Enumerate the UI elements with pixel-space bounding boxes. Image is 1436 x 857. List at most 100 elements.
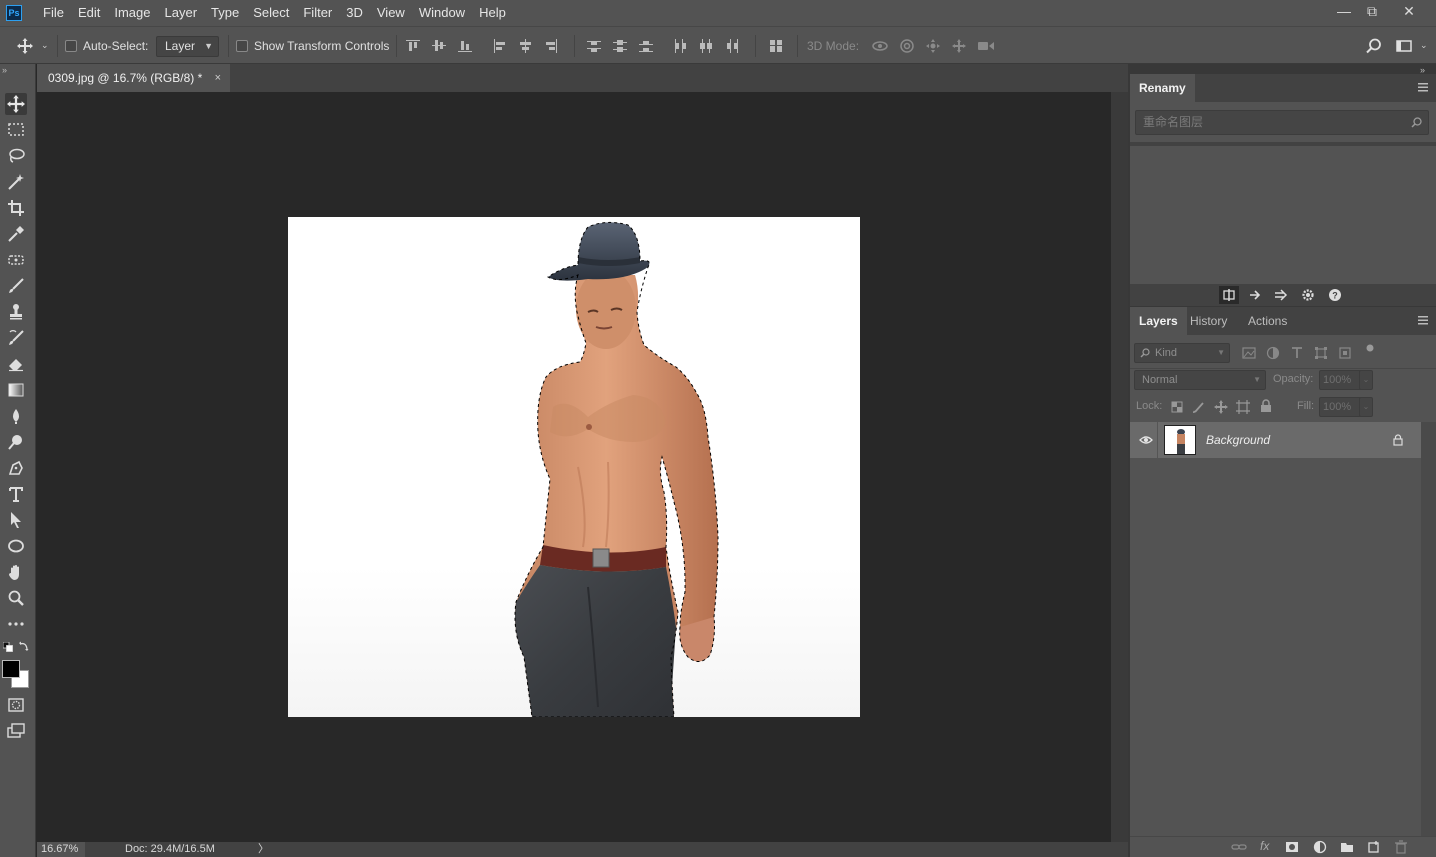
- lock-transparent-pixels-icon[interactable]: [1170, 400, 1184, 414]
- align-horizontal-center-icon[interactable]: [518, 38, 534, 54]
- menu-filter[interactable]: Filter: [296, 0, 339, 26]
- 3d-orbit-icon[interactable]: [871, 38, 888, 54]
- restore-button[interactable]: ⧉: [1358, 0, 1386, 22]
- eye-icon[interactable]: [1139, 435, 1153, 445]
- auto-align-layers-icon[interactable]: [768, 38, 784, 54]
- 3d-roll-icon[interactable]: [899, 38, 915, 54]
- menu-3d[interactable]: 3D: [339, 0, 370, 26]
- document-image[interactable]: [288, 217, 860, 717]
- rectangular-marquee-tool-icon[interactable]: [5, 119, 27, 141]
- ellipse-tool-icon[interactable]: [5, 535, 27, 557]
- collapse-toolbar-icon[interactable]: »: [2, 65, 7, 75]
- align-right-icon[interactable]: [543, 38, 559, 54]
- vertical-scrollbar[interactable]: [1111, 92, 1128, 842]
- tab-history[interactable]: History: [1181, 307, 1236, 335]
- hand-tool-icon[interactable]: [5, 561, 27, 583]
- renamy-rename-icon[interactable]: [1219, 286, 1239, 304]
- 3d-pan-icon[interactable]: [925, 38, 941, 54]
- clone-stamp-tool-icon[interactable]: [5, 301, 27, 323]
- screen-mode-icon[interactable]: [5, 720, 27, 742]
- align-top-icon[interactable]: [405, 38, 421, 54]
- blur-tool-icon[interactable]: [5, 405, 27, 427]
- menu-layer[interactable]: Layer: [158, 0, 205, 26]
- filter-pixel-icon[interactable]: [1242, 346, 1256, 360]
- panel-menu-icon[interactable]: [1418, 82, 1430, 92]
- auto-select-checkbox[interactable]: [65, 40, 77, 52]
- crop-tool-icon[interactable]: [5, 197, 27, 219]
- distribute-left-icon[interactable]: [672, 38, 688, 54]
- fx-icon[interactable]: fx: [1260, 839, 1269, 853]
- align-bottom-icon[interactable]: [457, 38, 473, 54]
- panel-menu-icon[interactable]: [1418, 315, 1430, 325]
- new-layer-icon[interactable]: [1367, 840, 1381, 854]
- menu-image[interactable]: Image: [107, 0, 157, 26]
- distribute-bottom-icon[interactable]: [638, 38, 654, 54]
- lock-position-icon[interactable]: [1214, 400, 1228, 414]
- lasso-tool-icon[interactable]: [5, 145, 27, 167]
- menu-edit[interactable]: Edit: [71, 0, 107, 26]
- tab-actions[interactable]: Actions: [1239, 307, 1296, 335]
- dodge-tool-icon[interactable]: [5, 431, 27, 453]
- pen-tool-icon[interactable]: [5, 457, 27, 479]
- spot-healing-brush-tool-icon[interactable]: [5, 249, 27, 271]
- move-tool-icon[interactable]: [17, 38, 33, 54]
- auto-select-target-dropdown[interactable]: Layer ▼: [156, 36, 219, 57]
- menu-help[interactable]: Help: [472, 0, 513, 26]
- default-colors-icon[interactable]: [3, 642, 13, 652]
- fill-chevron-icon[interactable]: ⌄: [1359, 397, 1373, 417]
- swap-colors-icon[interactable]: [19, 641, 29, 651]
- distribute-top-icon[interactable]: [586, 38, 602, 54]
- distribute-right-icon[interactable]: [724, 38, 740, 54]
- quick-mask-icon[interactable]: [5, 694, 27, 716]
- menu-window[interactable]: Window: [412, 0, 472, 26]
- layer-name[interactable]: Background: [1206, 433, 1270, 447]
- eyedropper-tool-icon[interactable]: [5, 223, 27, 245]
- tool-preset-chevron-icon[interactable]: ⌄: [41, 40, 49, 51]
- 3d-scale-icon[interactable]: [977, 38, 994, 54]
- search-icon[interactable]: [1366, 38, 1382, 54]
- distribute-vertical-center-icon[interactable]: [612, 38, 628, 54]
- menu-type[interactable]: Type: [204, 0, 246, 26]
- tab-renamy[interactable]: Renamy: [1130, 74, 1195, 102]
- eraser-tool-icon[interactable]: [5, 353, 27, 375]
- filter-type-icon[interactable]: [1290, 346, 1304, 360]
- document-tab[interactable]: 0309.jpg @ 16.7% (RGB/8) * ×: [37, 64, 230, 92]
- align-left-icon[interactable]: [492, 38, 508, 54]
- close-button[interactable]: ✕: [1395, 0, 1423, 22]
- help-icon[interactable]: ?: [1328, 288, 1342, 302]
- foreground-color-swatch[interactable]: [2, 660, 20, 678]
- path-selection-tool-icon[interactable]: [5, 509, 27, 531]
- gradient-tool-icon[interactable]: [5, 379, 27, 401]
- layers-scrollbar[interactable]: [1421, 422, 1436, 840]
- status-menu-arrow[interactable]: 〉: [258, 842, 269, 857]
- add-mask-icon[interactable]: [1285, 840, 1299, 854]
- zoom-level[interactable]: 16.67%: [37, 842, 85, 857]
- filter-toggle-icon[interactable]: [1363, 342, 1377, 356]
- menu-file[interactable]: File: [36, 0, 71, 26]
- move-tool-icon[interactable]: [5, 93, 27, 115]
- filter-adjustment-icon[interactable]: [1266, 346, 1280, 360]
- new-adjustment-layer-icon[interactable]: [1313, 840, 1327, 854]
- layer-row[interactable]: Background: [1130, 422, 1421, 458]
- blend-mode-dropdown[interactable]: Normal ▼: [1134, 370, 1266, 390]
- close-document-icon[interactable]: ×: [215, 64, 221, 92]
- brush-tool-icon[interactable]: [5, 275, 27, 297]
- lock-all-icon[interactable]: [1259, 399, 1273, 413]
- workspace-switcher-icon[interactable]: [1396, 38, 1412, 54]
- 3d-slide-icon[interactable]: [951, 38, 967, 54]
- filter-shape-icon[interactable]: [1314, 346, 1328, 360]
- lock-artboard-icon[interactable]: [1236, 400, 1250, 414]
- magic-wand-tool-icon[interactable]: [5, 171, 27, 193]
- renamy-double-arrow-icon[interactable]: [1274, 288, 1288, 302]
- workspace-chevron-icon[interactable]: ⌄: [1420, 40, 1428, 51]
- trash-icon[interactable]: [1394, 840, 1408, 854]
- minimize-button[interactable]: —: [1330, 0, 1358, 22]
- type-tool-icon[interactable]: [5, 483, 27, 505]
- link-layers-icon[interactable]: [1231, 841, 1247, 853]
- renamy-arrow-icon[interactable]: [1248, 288, 1262, 302]
- show-transform-checkbox[interactable]: [236, 40, 248, 52]
- opacity-chevron-icon[interactable]: ⌄: [1359, 370, 1373, 390]
- history-brush-tool-icon[interactable]: [5, 327, 27, 349]
- more-tools-icon[interactable]: [5, 613, 27, 635]
- menu-select[interactable]: Select: [246, 0, 296, 26]
